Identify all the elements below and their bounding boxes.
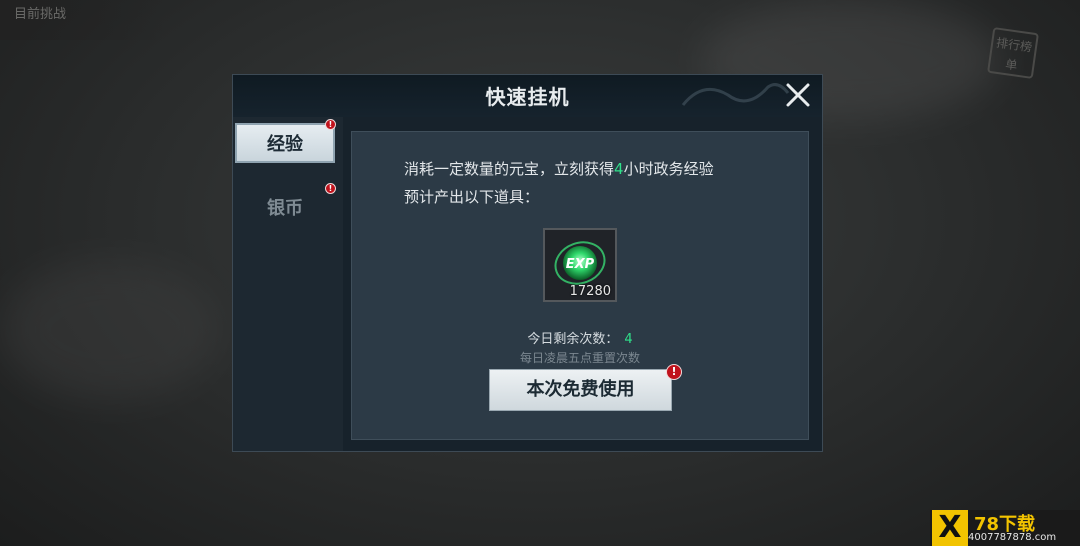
dialog-sidebar: 经验 ! 银币 ! xyxy=(233,117,343,451)
dialog-title: 快速挂机 xyxy=(485,85,570,109)
description-suffix: 小时政务经验 xyxy=(623,160,714,178)
close-button[interactable] xyxy=(782,79,814,111)
background-top-label-text: 目前挑战 xyxy=(14,7,67,22)
remaining-uses-label: 今日剩余次数： xyxy=(527,332,619,347)
quick-idle-dialog: 快速挂机 经验 ! 银币 ! 消耗一定数量的元宝，立刻获得4小时政务经验 预计产… xyxy=(232,74,823,452)
description-prefix: 消耗一定数量的元宝，立刻获得 xyxy=(404,160,615,178)
background-ranking-badge-text: 排行榜单 xyxy=(995,35,1033,73)
background-ranking-badge: 排行榜单 xyxy=(987,27,1039,79)
exp-orb-label: EXP xyxy=(566,257,595,272)
background-ink-cloud-left xyxy=(0,260,220,400)
free-use-button-label: 本次免费使用 xyxy=(526,379,635,400)
free-use-button[interactable]: 本次免费使用 xyxy=(490,370,671,410)
expected-output-label: 预计产出以下道具： xyxy=(404,188,540,206)
watermark-logo: X xyxy=(932,510,968,546)
watermark-url: 4007787878.com xyxy=(968,532,1057,543)
close-icon xyxy=(786,83,810,107)
tab-experience[interactable]: 经验 xyxy=(235,123,335,163)
alert-icon-use-button: ! xyxy=(666,364,682,380)
exp-item-count: 17280 xyxy=(569,284,611,299)
remaining-uses-count: 4 xyxy=(624,332,633,347)
remaining-uses: 今日剩余次数： 4 xyxy=(352,328,808,347)
tab-silver-label: 银币 xyxy=(267,198,303,219)
alert-icon-silver: ! xyxy=(325,183,336,194)
exp-item-slot[interactable]: EXP 17280 xyxy=(543,228,617,302)
alert-icon-experience: ! xyxy=(325,119,336,130)
description-text: 消耗一定数量的元宝，立刻获得4小时政务经验 xyxy=(404,158,714,179)
tab-silver[interactable]: 银币 xyxy=(235,189,335,229)
background-top-label: 目前挑战 xyxy=(0,0,164,40)
dialog-title-bar: 快速挂机 xyxy=(233,75,822,117)
reset-note: 每日凌晨五点重置次数 xyxy=(519,351,640,365)
site-watermark: X 78下载 4007787878.com xyxy=(930,510,1080,546)
description-hours: 4 xyxy=(614,160,624,178)
tab-experience-label: 经验 xyxy=(267,134,303,155)
content-panel: 消耗一定数量的元宝，立刻获得4小时政务经验 预计产出以下道具： EXP 1728… xyxy=(351,131,809,440)
